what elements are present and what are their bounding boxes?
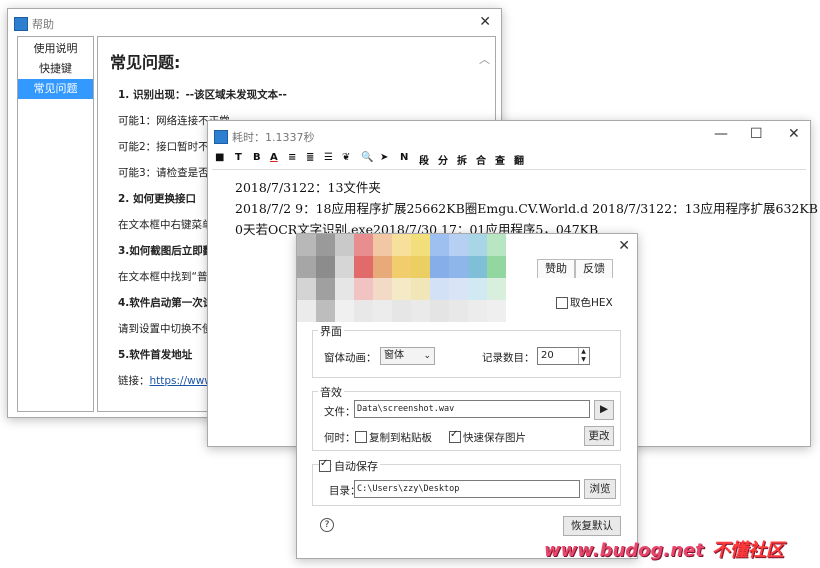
new-tool[interactable]: N bbox=[400, 152, 408, 163]
align-left-icon[interactable]: ≡ bbox=[288, 152, 296, 163]
records-value: 20 bbox=[541, 350, 554, 361]
app-icon bbox=[214, 130, 228, 144]
sound-file-label: 文件： bbox=[324, 406, 356, 418]
search-icon[interactable]: 🔍 bbox=[361, 152, 373, 163]
restore-defaults-button[interactable]: 恢复默认 bbox=[563, 516, 621, 536]
faq-line: 在文本框中右键菜单 bbox=[118, 219, 213, 231]
faq-line: 5.软件首发地址 bbox=[118, 349, 193, 361]
autosave-label: 自动保存 bbox=[332, 458, 380, 474]
faq-line: 3.如何截图后立即翻 bbox=[118, 245, 214, 257]
settings-window: ✕ 赞助 反馈 取色HEX 界面 窗体动画： 窗体 ⌄ 记录数目： 20 ▲ ▼ … bbox=[296, 233, 638, 559]
ocr-text-line[interactable]: 2018/7/2 9：18应用程序扩展25662KB圈Emgu.CV.World… bbox=[235, 198, 818, 217]
stepper-arrows-icon[interactable]: ▲ ▼ bbox=[578, 348, 588, 364]
close-icon[interactable]: ✕ bbox=[618, 239, 630, 253]
send-icon[interactable]: ➤ bbox=[380, 152, 388, 163]
paragraph-tool[interactable]: 段 bbox=[419, 152, 429, 167]
close-icon[interactable]: ✕ bbox=[479, 15, 491, 29]
change-button[interactable]: 更改 bbox=[584, 426, 614, 446]
copy-clipboard-checkbox[interactable] bbox=[355, 431, 367, 443]
maximize-icon[interactable]: ☐ bbox=[750, 127, 763, 141]
faq-line: 请到设置中切换不使 bbox=[118, 323, 213, 335]
merge-tool[interactable]: 合 bbox=[476, 152, 486, 167]
app-icon bbox=[14, 17, 28, 31]
result-toolbar: ■ T B A ≡ ≣ ☰ ❦ 🔍 ➤ N 段 分 拆 合 查 翻 bbox=[212, 149, 806, 170]
translate-tool[interactable]: 翻 bbox=[514, 152, 524, 167]
break-tool[interactable]: 拆 bbox=[457, 152, 467, 167]
play-icon[interactable]: ▶ bbox=[594, 400, 614, 420]
interface-group-label: 界面 bbox=[318, 323, 344, 339]
result-titlebar: 耗时：1.1337秒 — ☐ ✕ bbox=[208, 121, 810, 151]
browse-button[interactable]: 浏览 bbox=[584, 479, 616, 499]
font-color-tool[interactable]: A bbox=[270, 152, 278, 163]
watermark-url: www.budog.net bbox=[544, 540, 704, 561]
chevron-up-icon[interactable]: ︿ bbox=[479, 51, 490, 67]
blurred-color-swatches bbox=[297, 234, 525, 322]
faq-line: 在文本框中找到“普 bbox=[118, 271, 208, 283]
help-title: 帮助 bbox=[32, 18, 54, 31]
sound-group-label: 音效 bbox=[318, 384, 344, 400]
color-hex-checkbox[interactable] bbox=[556, 297, 568, 309]
speaker-icon[interactable]: ❦ bbox=[342, 152, 350, 163]
nav-item-shortcuts[interactable]: 快捷键 bbox=[18, 59, 93, 79]
directory-field[interactable]: C:\Users\zzy\Desktop bbox=[354, 480, 580, 498]
faq-line: 可能3：请检查是否 bbox=[118, 167, 209, 179]
copy-clipboard-label: 复制到粘贴板 bbox=[369, 432, 432, 444]
watermark-cn: 不懂社区 bbox=[711, 540, 784, 561]
align-center-icon[interactable]: ≣ bbox=[306, 152, 314, 163]
release-link[interactable]: https://www bbox=[150, 375, 213, 387]
nav-item-usage[interactable]: 使用说明 bbox=[18, 39, 93, 59]
faq-line: 可能2：接口暂时不 bbox=[118, 141, 209, 153]
help-nav-list: 使用说明 快捷键 常见问题 bbox=[17, 36, 94, 412]
color-hex-label: 取色HEX bbox=[570, 297, 613, 309]
chevron-down-icon: ⌄ bbox=[423, 351, 431, 361]
faq-line: 4.软件启动第一次试 bbox=[118, 297, 214, 309]
faq-link-line: 链接：https://www bbox=[118, 373, 213, 388]
tab-sponsor[interactable]: 赞助 bbox=[537, 259, 575, 278]
lookup-tool[interactable]: 查 bbox=[495, 152, 505, 167]
bold-tool[interactable]: B bbox=[253, 152, 261, 163]
faq-line: 1. 识别出现：--该区域未发现文本-- bbox=[118, 89, 287, 101]
timing-title: 耗时：1.1337秒 bbox=[232, 131, 315, 144]
faq-line: 2. 如何更换接口 bbox=[118, 193, 196, 205]
ocr-text-line[interactable]: 2018/7/3122：13文件夹 bbox=[235, 177, 381, 196]
autosave-checkbox[interactable] bbox=[319, 458, 331, 472]
watermark: www.budog.net 不懂社区 bbox=[544, 536, 784, 562]
animation-label: 窗体动画： bbox=[324, 352, 377, 364]
when-label: 何时： bbox=[324, 432, 356, 444]
help-icon[interactable]: ? bbox=[320, 518, 334, 532]
fast-save-label: 快速保存图片 bbox=[463, 432, 526, 444]
fast-save-checkbox[interactable] bbox=[449, 429, 461, 443]
records-stepper[interactable]: 20 ▲ ▼ bbox=[537, 347, 590, 365]
help-titlebar: 帮助 ✕ bbox=[8, 9, 501, 39]
records-label: 记录数目： bbox=[482, 352, 535, 364]
animation-value: 窗体 bbox=[384, 350, 404, 361]
nav-item-faq[interactable]: 常见问题 bbox=[18, 79, 93, 99]
animation-select[interactable]: 窗体 ⌄ bbox=[380, 347, 435, 365]
link-label: 链接： bbox=[118, 375, 150, 387]
text-tool[interactable]: T bbox=[235, 152, 242, 163]
split-tool[interactable]: 分 bbox=[438, 152, 448, 167]
tab-feedback[interactable]: 反馈 bbox=[575, 259, 613, 278]
minimize-icon[interactable]: — bbox=[714, 127, 728, 141]
close-icon[interactable]: ✕ bbox=[788, 127, 800, 141]
stop-icon[interactable]: ■ bbox=[215, 152, 224, 163]
faq-heading: 常见问题: bbox=[110, 53, 181, 72]
align-right-icon[interactable]: ☰ bbox=[324, 152, 333, 163]
sound-file-field[interactable]: Data\screenshot.wav bbox=[354, 400, 590, 418]
